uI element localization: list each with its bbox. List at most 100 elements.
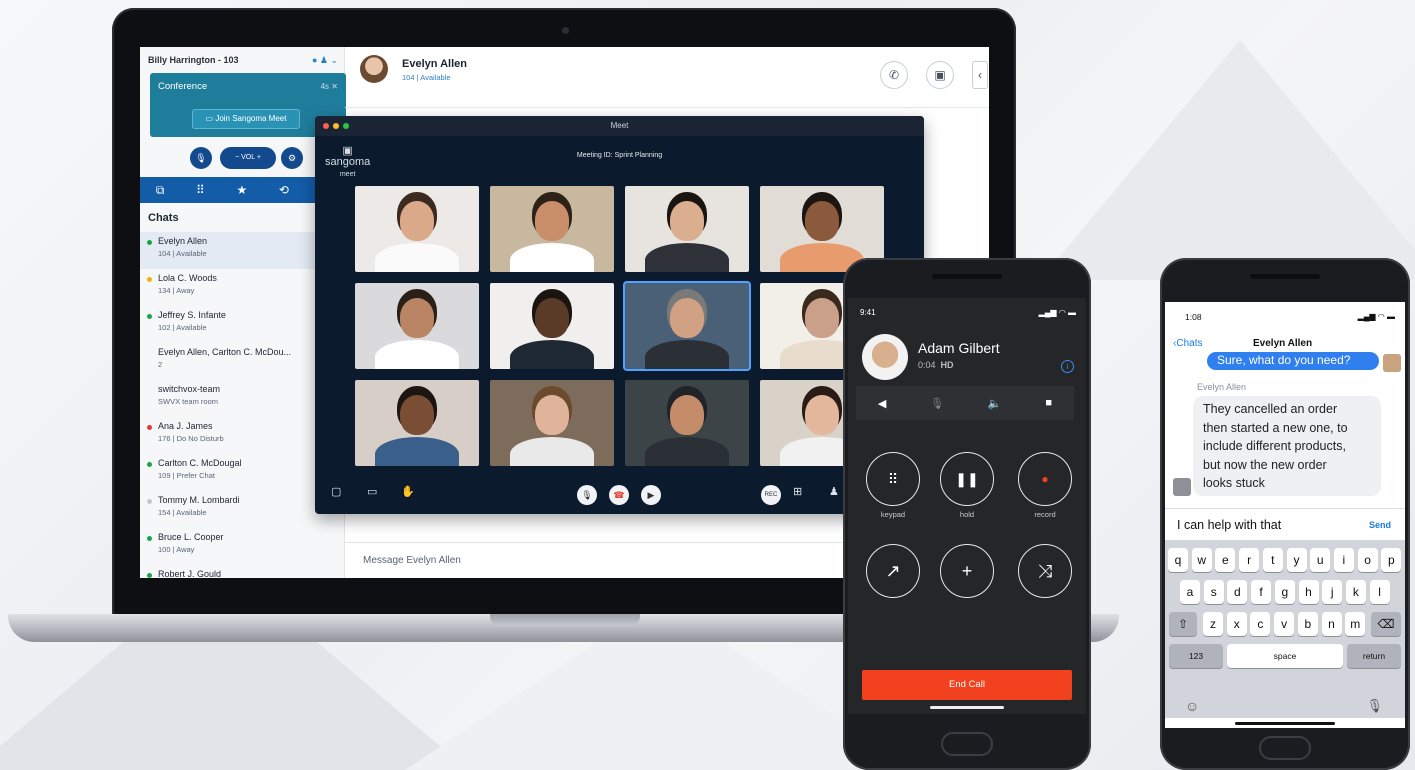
delete-key[interactable]: ⌫ [1371, 612, 1401, 636]
merge-icon[interactable]: ⤨ [1018, 544, 1072, 598]
end-call-button[interactable]: End Call [862, 670, 1072, 700]
screen-share-icon[interactable]: ▭ [367, 485, 377, 498]
keyboard-key[interactable]: d [1227, 580, 1248, 604]
keyboard-key[interactable]: y [1286, 548, 1307, 572]
chat-status: 100 | Away [158, 545, 195, 554]
chat-icon[interactable]: ▢ [331, 485, 341, 498]
keyboard-key[interactable]: l [1369, 580, 1390, 604]
speaker-icon[interactable]: 🔈 [988, 397, 1002, 410]
keyboard-key[interactable]: g [1274, 580, 1295, 604]
keyboard-key[interactable]: r [1239, 548, 1260, 572]
keyboard-key[interactable]: o [1357, 548, 1378, 572]
meet-toolbar: ▢ ▭ ✋ 🎙 ☎ ▶ REC ⊞ ♟ [315, 482, 924, 506]
participant-body [644, 339, 730, 369]
history-icon[interactable]: ⟲ [279, 183, 289, 197]
collapse-panel-icon[interactable]: ‹ [972, 61, 988, 89]
close-icon[interactable]: ✕ [331, 82, 338, 91]
emoji-icon[interactable]: ☺ [1185, 698, 1199, 714]
mute-mic-icon[interactable]: 🎙 [577, 485, 597, 505]
grid-view-icon[interactable]: ⊞ [793, 485, 802, 498]
dialpad-nav-icon[interactable]: ⠿ [196, 183, 205, 197]
join-meet-button[interactable]: ▭ Join Sangoma Meet [192, 109, 300, 129]
keyboard-key[interactable]: j [1322, 580, 1343, 604]
keyboard-key[interactable]: p [1381, 548, 1402, 572]
keyboard-key[interactable]: a [1180, 580, 1200, 604]
keyboard-key[interactable]: v [1274, 612, 1295, 636]
recording-icon[interactable]: REC [761, 485, 781, 505]
back-to-chats[interactable]: ‹Chats [1173, 338, 1202, 349]
keyboard-key[interactable]: u [1310, 548, 1331, 572]
phone-speaker [1250, 274, 1320, 279]
participant-video-tile[interactable] [490, 283, 614, 369]
keyboard-key[interactable]: e [1215, 548, 1236, 572]
volume-control[interactable]: − VOL + [220, 147, 276, 169]
participant-video-tile[interactable] [355, 380, 479, 466]
participant-video-tile[interactable] [625, 283, 749, 369]
keyboard-key[interactable]: i [1333, 548, 1354, 572]
home-button[interactable] [1259, 736, 1311, 760]
participant-face [669, 395, 705, 436]
participant-video-tile[interactable] [355, 186, 479, 272]
keyboard-key[interactable]: s [1203, 580, 1224, 604]
keyboard-key[interactable]: w [1191, 548, 1212, 572]
user-status-icon[interactable]: ● ♟ ⌄ [312, 55, 338, 66]
add-call-icon[interactable]: + [940, 544, 994, 598]
shift-key[interactable]: ⇧ [1169, 612, 1197, 636]
keyboard-key[interactable]: t [1262, 548, 1283, 572]
hangup-icon[interactable]: ☎ [609, 485, 629, 505]
settings-gear-icon[interactable]: ⚙ [281, 147, 303, 169]
keyboard-key[interactable]: c [1250, 612, 1271, 636]
minimize-window-icon[interactable] [333, 123, 339, 129]
close-window-icon[interactable] [323, 123, 329, 129]
chat-list-item[interactable]: Robert J. Gould [140, 565, 345, 578]
meet-window-title: Meet [610, 121, 629, 130]
participant-video-tile[interactable] [490, 186, 614, 272]
keyboard-key[interactable]: b [1297, 612, 1318, 636]
participant-face [399, 298, 435, 339]
home-button[interactable] [941, 732, 993, 756]
chats-nav-icon[interactable]: ⧉ [156, 183, 165, 198]
keyboard-key[interactable]: z [1203, 612, 1223, 636]
back-arrow-icon[interactable]: ◀ [878, 397, 886, 410]
mic-icon[interactable]: 🎙 [190, 147, 212, 169]
chats-heading: Chats [148, 212, 179, 224]
phone-call-icon[interactable]: ✆ [880, 61, 908, 89]
transfer-icon[interactable]: ↗ [866, 544, 920, 598]
keyboard-key[interactable]: x [1226, 612, 1247, 636]
participant-body [509, 436, 595, 466]
dictation-mic-icon[interactable]: 🎙 [1366, 698, 1383, 714]
space-key[interactable]: space [1227, 644, 1343, 668]
participant-video-tile[interactable] [625, 380, 749, 466]
maximize-window-icon[interactable] [343, 123, 349, 129]
keyboard-key[interactable]: q [1168, 548, 1188, 572]
participants-icon[interactable]: ♟ [829, 485, 839, 498]
record-button[interactable]: ● [1018, 452, 1072, 506]
info-icon[interactable]: i [1061, 360, 1074, 373]
participant-video-tile[interactable] [490, 380, 614, 466]
camera-icon[interactable]: ▶ [641, 485, 661, 505]
signal-wifi-battery-icon: ▂▄▆ ◠ ▬ [1038, 308, 1076, 317]
send-button[interactable]: Send [1369, 520, 1391, 530]
keyboard-key[interactable]: k [1345, 580, 1366, 604]
keyboard-key[interactable]: m [1345, 612, 1366, 636]
mute-icon[interactable]: 🎙 [930, 397, 944, 410]
keyboard-key[interactable]: n [1321, 612, 1342, 636]
video-call-icon[interactable]: ▣ [926, 61, 954, 89]
video-icon[interactable]: ■ [1045, 397, 1052, 409]
hold-button[interactable]: ❚❚ [940, 452, 994, 506]
keyboard-key[interactable]: h [1298, 580, 1319, 604]
raise-hand-icon[interactable]: ✋ [401, 485, 415, 498]
hold-label: hold [959, 510, 975, 519]
presence-dot [147, 499, 152, 504]
keypad-button[interactable]: ⠿ [866, 452, 920, 506]
outgoing-message: Sure, what do you need? [1207, 352, 1379, 370]
chat-list-item[interactable]: Bruce L. Cooper 100 | Away [140, 528, 345, 565]
participant-video-tile[interactable] [625, 186, 749, 272]
call-phone: 9:41 ▂▄▆ ◠ ▬ Adam Gilbert 0:04 HD i ◀ 🎙 … [843, 258, 1091, 770]
favorites-star-icon[interactable]: ★ [236, 183, 247, 197]
participant-video-tile[interactable] [355, 283, 479, 369]
keyboard-key[interactable]: f [1251, 580, 1272, 604]
numbers-key[interactable]: 123 [1169, 644, 1223, 668]
my-avatar [1383, 354, 1401, 372]
return-key[interactable]: return [1347, 644, 1401, 668]
